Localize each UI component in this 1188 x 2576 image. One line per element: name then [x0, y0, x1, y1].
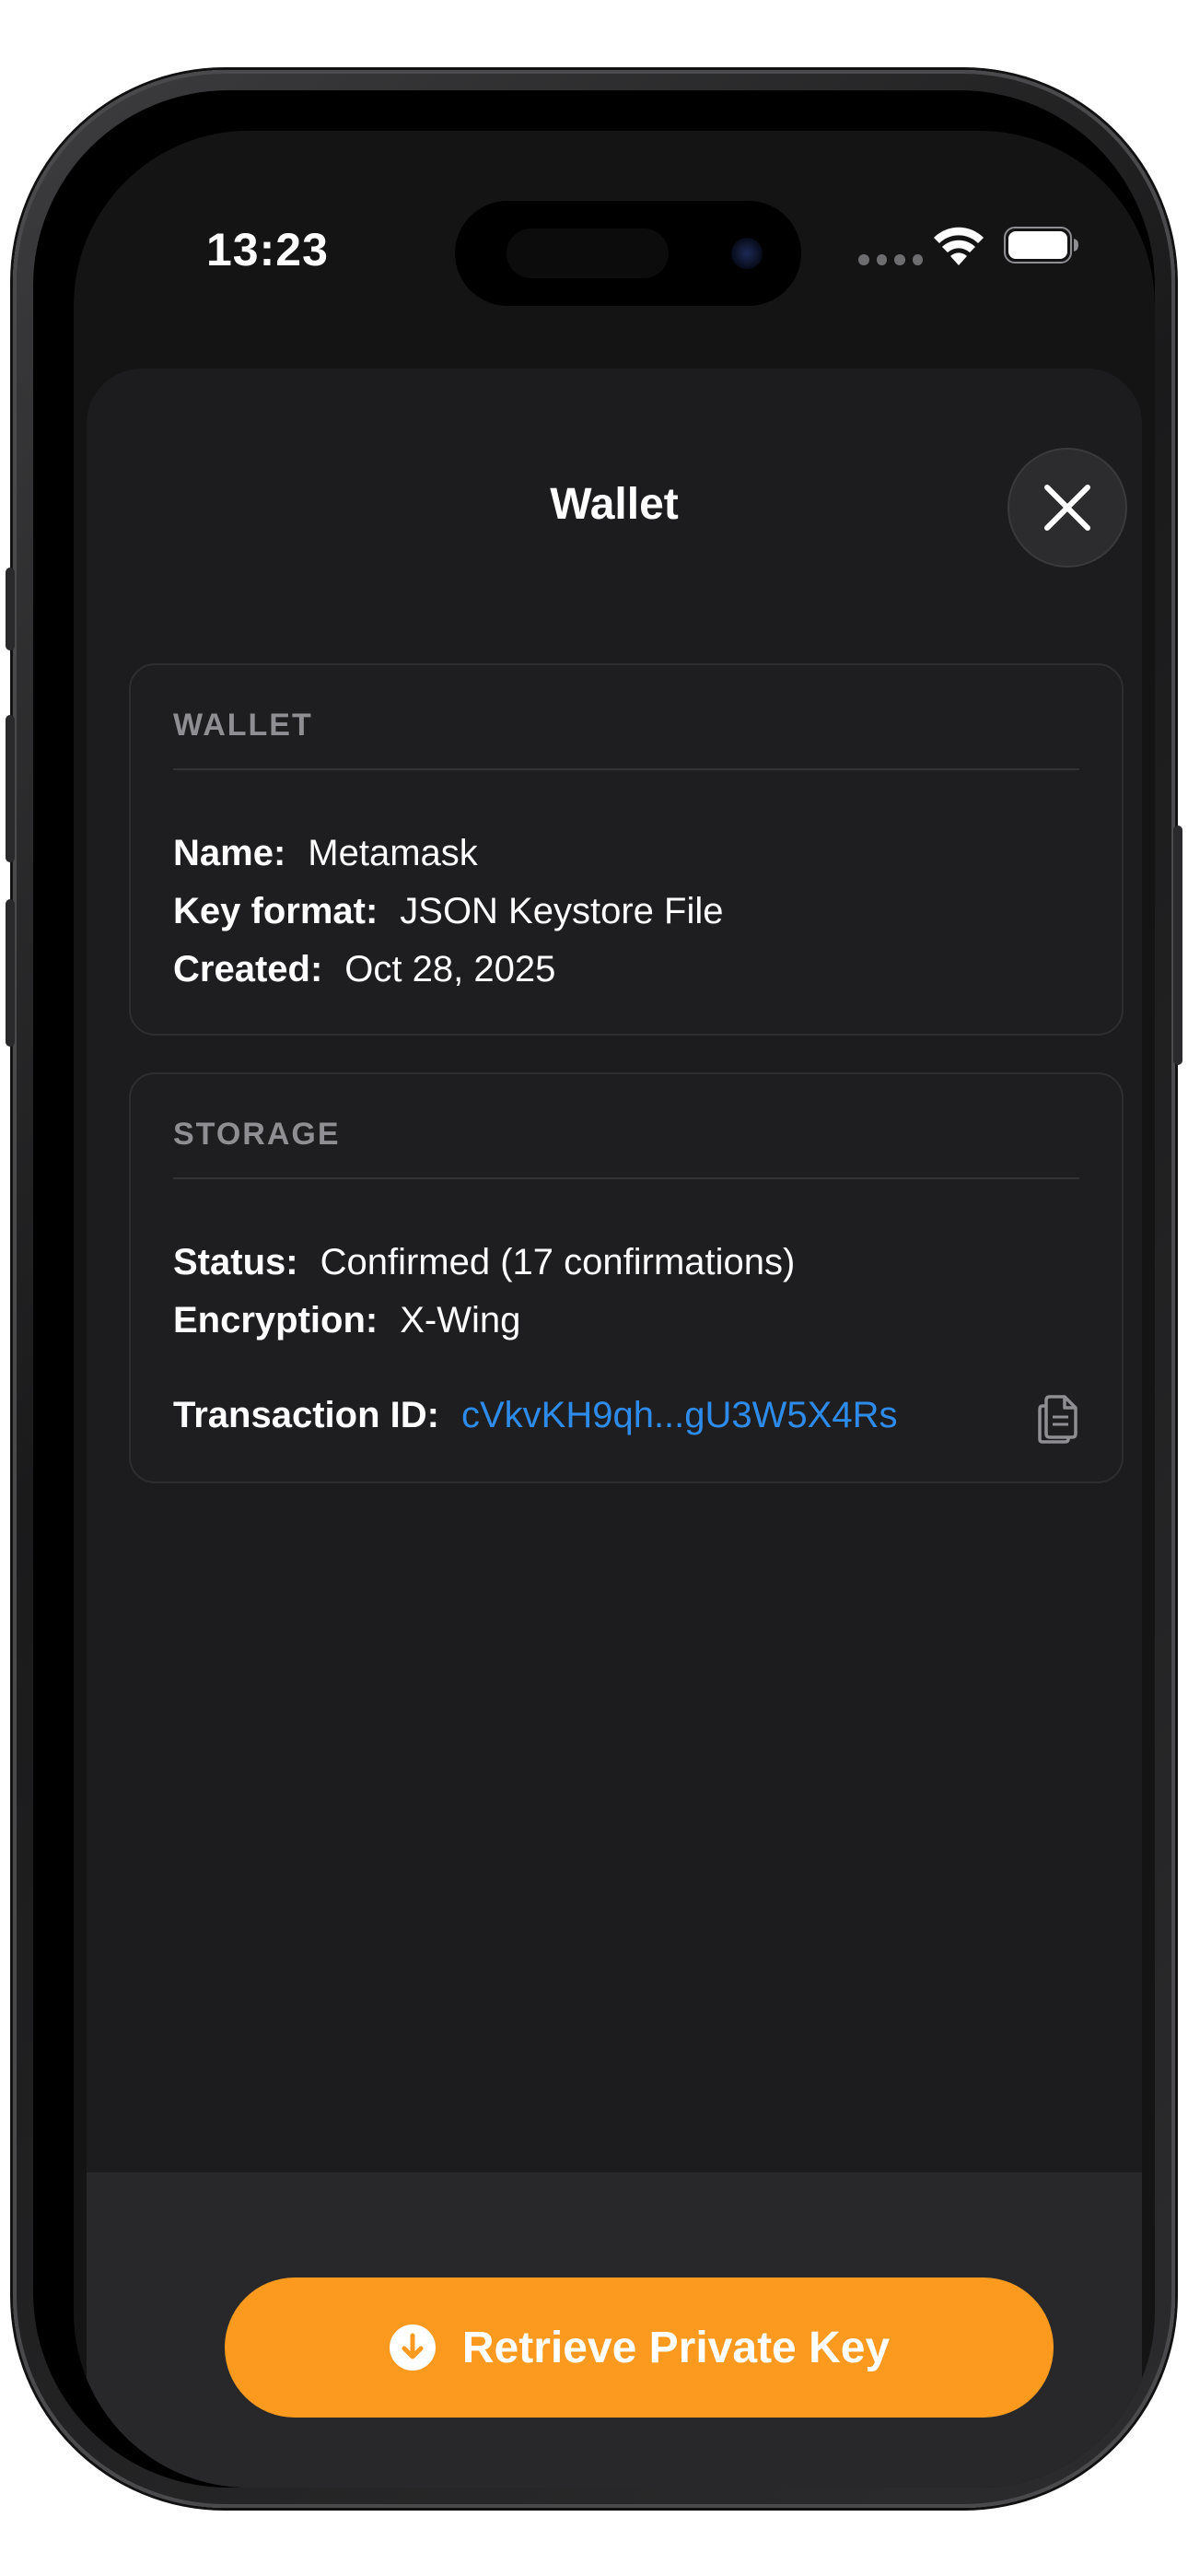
wallet-name-value: Metamask: [308, 833, 478, 873]
download-circle-icon: [389, 2324, 436, 2371]
volume-up-button: [6, 715, 15, 862]
screen: 13:23 Wallet WALLET Name: Metamask Key f…: [74, 131, 1155, 2488]
status-row: Status: Confirmed (17 confirmations): [173, 1242, 795, 1283]
transaction-id-link[interactable]: cVkvKH9qh...gU3W5X4Rs: [461, 1395, 898, 1435]
field-label: Created:: [173, 949, 323, 989]
field-label: Key format:: [173, 891, 379, 931]
section-header-storage: STORAGE: [173, 1117, 341, 1152]
created-value: Oct 28, 2025: [344, 949, 556, 989]
storage-card: STORAGE Status: Confirmed (17 confirmatio…: [129, 1072, 1124, 1483]
encryption-value: X-Wing: [400, 1300, 521, 1341]
divider: [173, 768, 1079, 770]
power-button: [1173, 825, 1182, 1065]
field-label: Encryption:: [173, 1300, 379, 1341]
field-label: Name:: [173, 833, 286, 873]
wallet-sheet: Wallet WALLET Name: Metamask Key format:…: [87, 369, 1142, 2488]
dynamic-island: [455, 201, 801, 306]
section-header-wallet: WALLET: [173, 708, 313, 743]
encryption-row: Encryption: X-Wing: [173, 1300, 520, 1341]
key-format-value: JSON Keystore File: [400, 891, 724, 931]
cellular-dots-icon: [858, 254, 923, 269]
field-label: Status:: [173, 1242, 298, 1282]
status-time: 13:23: [206, 224, 329, 275]
volume-down-button: [6, 899, 15, 1047]
phone-bezel: 13:23 Wallet WALLET Name: Metamask Key f…: [33, 90, 1155, 2488]
transaction-row: Transaction ID: cVkvKH9qh...gU3W5X4Rs: [173, 1395, 897, 1436]
island-sensor: [507, 228, 669, 278]
sheet-title: Wallet: [550, 480, 679, 529]
battery-icon: [1004, 227, 1078, 263]
wallet-name-row: Name: Metamask: [173, 833, 478, 874]
retrieve-private-key-label: Retrieve Private Key: [461, 2323, 891, 2372]
front-camera-icon: [731, 238, 763, 269]
wifi-icon: [934, 227, 984, 265]
action-button: [6, 568, 15, 650]
close-x-icon: [1044, 485, 1090, 531]
created-row: Created: Oct 28, 2025: [173, 949, 555, 990]
divider: [173, 1177, 1079, 1179]
retrieve-private-key-button[interactable]: Retrieve Private Key: [225, 2277, 1054, 2418]
key-format-row: Key format: JSON Keystore File: [173, 891, 723, 932]
wallet-card: WALLET Name: Metamask Key format: JSON Key…: [129, 663, 1124, 1036]
phone-frame: 13:23 Wallet WALLET Name: Metamask Key f…: [6, 70, 1182, 2508]
copy-icon[interactable]: [1037, 1393, 1079, 1445]
field-label: Transaction ID:: [173, 1395, 439, 1435]
status-value: Confirmed (17 confirmations): [320, 1242, 796, 1282]
close-button[interactable]: [1007, 448, 1127, 568]
